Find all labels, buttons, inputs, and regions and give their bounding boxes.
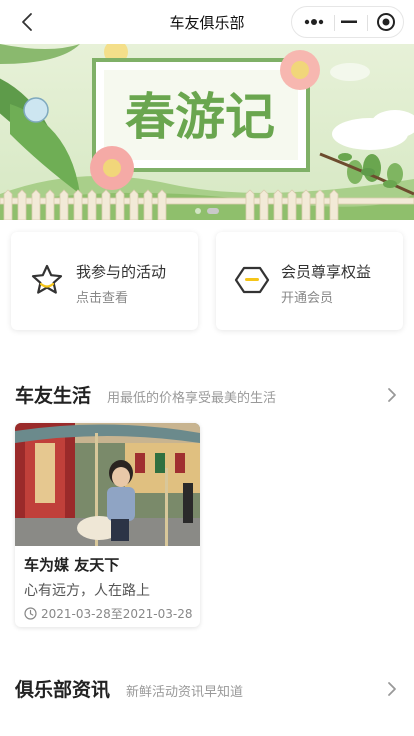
chevron-right-icon[interactable] (384, 385, 400, 405)
member-benefits-card[interactable]: 会员尊享权益 开通会员 (216, 232, 403, 330)
star-icon (31, 264, 63, 294)
activity-card[interactable]: 车为媒 友天下 心有远方，人在路上 2021-03-28至2021-03-28 (15, 423, 200, 627)
activity-description: 心有远方，人在路上 (24, 583, 150, 599)
carousel-dot[interactable] (195, 208, 201, 214)
chevron-right-icon[interactable] (384, 679, 400, 699)
target-circle-icon[interactable] (367, 7, 404, 37)
section-subtitle: 用最低的价格享受最美的生活 (107, 391, 277, 406)
activity-photo (15, 423, 200, 546)
clock-icon (24, 606, 37, 620)
carousel-dot-active[interactable] (207, 208, 219, 214)
section-title: 车友生活 (15, 385, 92, 407)
card-title: 我参与的活动 (76, 263, 167, 281)
mini-program-capsule (291, 6, 404, 38)
banner-headline: 春游记 (125, 87, 275, 146)
section-title: 俱乐部资讯 (15, 679, 111, 701)
minimize-icon[interactable] (330, 7, 367, 37)
carousel-indicators (0, 208, 414, 214)
banner-image: 春游记 (0, 44, 414, 220)
card-subtitle: 点击查看 (76, 291, 129, 306)
section-header-news: 俱乐部资讯 新鲜活动资讯早知道 (0, 675, 414, 705)
my-activities-card[interactable]: 我参与的活动 点击查看 (11, 232, 198, 330)
activity-title: 车为媒 友天下 (24, 556, 120, 574)
section-header-life: 车友生活 用最低的价格享受最美的生活 (0, 381, 414, 411)
card-title: 会员尊享权益 (281, 263, 372, 281)
more-dots-icon[interactable] (295, 7, 332, 37)
navigation-bar: 车友俱乐部 (0, 0, 414, 44)
card-subtitle: 开通会员 (281, 291, 334, 306)
hexagon-badge-icon (234, 266, 270, 294)
activity-date-row: 2021-03-28至2021-03-28 (24, 605, 192, 621)
section-subtitle: 新鲜活动资讯早知道 (126, 685, 244, 700)
banner-carousel[interactable]: 春游记 (0, 44, 414, 220)
activity-date: 2021-03-28至2021-03-28 (41, 606, 193, 621)
